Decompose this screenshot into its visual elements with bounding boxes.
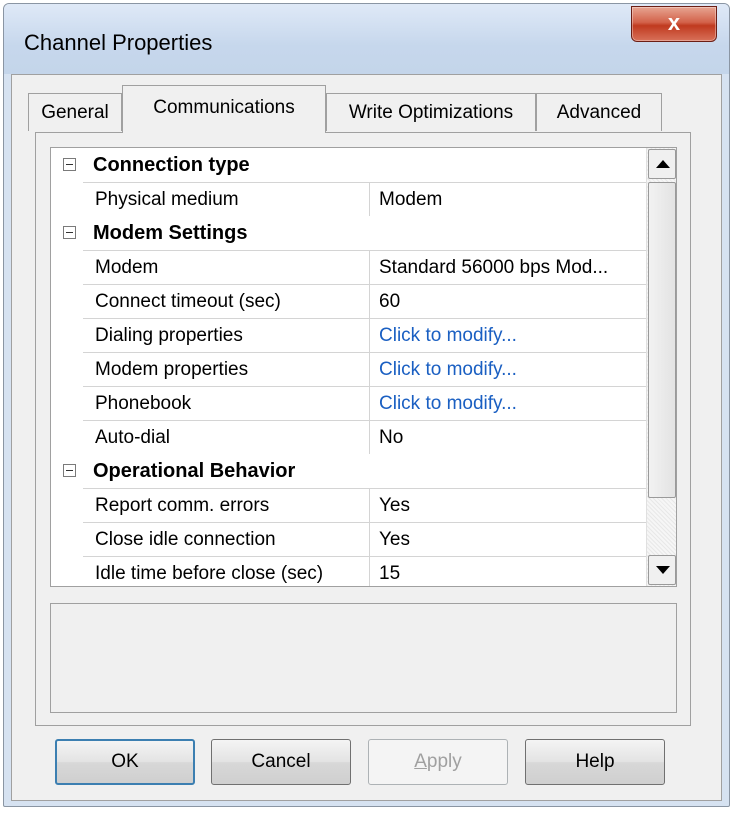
property-name: Physical medium xyxy=(83,182,370,216)
scrollbar-thumb[interactable] xyxy=(648,182,676,498)
property-row[interactable]: Close idle connection Yes xyxy=(51,522,648,556)
property-row[interactable]: Physical medium Modem xyxy=(51,182,648,216)
property-name: Phonebook xyxy=(83,386,370,420)
tab-communications[interactable]: Communications xyxy=(122,85,326,133)
dialog-title: Channel Properties xyxy=(24,30,213,55)
property-row[interactable]: Report comm. errors Yes xyxy=(51,488,648,522)
channel-properties-dialog: Channel Properties x General Communicati… xyxy=(3,3,730,807)
property-name: Idle time before close (sec) xyxy=(83,556,370,586)
ok-button[interactable]: OK xyxy=(55,739,195,785)
collapse-icon[interactable] xyxy=(63,158,76,171)
category-modem-settings[interactable]: Modem Settings xyxy=(51,216,648,250)
property-row[interactable]: Idle time before close (sec) 15 xyxy=(51,556,648,586)
property-name: Modem properties xyxy=(83,352,370,386)
property-value[interactable]: No xyxy=(370,420,648,454)
property-value[interactable]: 60 xyxy=(370,284,648,318)
tab-general[interactable]: General xyxy=(28,93,122,131)
modify-link[interactable]: Click to modify... xyxy=(370,386,648,420)
tab-label: Write Optimizations xyxy=(348,102,514,123)
help-button[interactable]: Help xyxy=(525,739,665,785)
property-description-pane xyxy=(50,603,677,713)
apply-mnemonic: A xyxy=(414,751,427,772)
close-icon: x xyxy=(667,10,681,35)
tab-label: Advanced xyxy=(556,102,642,123)
scroll-up-arrow-icon xyxy=(656,160,670,168)
property-name: Auto-dial xyxy=(83,420,370,454)
help-button-label: Help xyxy=(575,751,615,772)
cancel-button[interactable]: Cancel xyxy=(211,739,351,785)
apply-button[interactable]: Apply xyxy=(368,739,508,785)
dialog-client-area: General Communications Write Optimizatio… xyxy=(11,74,722,801)
property-value[interactable]: Yes xyxy=(370,488,648,522)
property-row[interactable]: Modem properties Click to modify... xyxy=(51,352,648,386)
title-bar[interactable]: Channel Properties x xyxy=(4,4,729,74)
collapse-icon[interactable] xyxy=(63,464,76,477)
property-value[interactable]: 15 xyxy=(370,556,648,586)
scroll-up-button[interactable] xyxy=(648,149,676,179)
scroll-down-arrow-icon xyxy=(656,566,670,574)
category-label: Connection type xyxy=(93,154,250,176)
property-grid[interactable]: Connection type Physical medium Modem Mo… xyxy=(50,147,677,587)
property-name: Dialing properties xyxy=(83,318,370,352)
property-row[interactable]: Connect timeout (sec) 60 xyxy=(51,284,648,318)
modify-link[interactable]: Click to modify... xyxy=(370,352,648,386)
tab-advanced[interactable]: Advanced xyxy=(536,93,662,131)
property-name: Close idle connection xyxy=(83,522,370,556)
collapse-icon[interactable] xyxy=(63,226,76,239)
category-label: Operational Behavior xyxy=(93,460,296,482)
scroll-down-button[interactable] xyxy=(648,555,676,585)
vertical-scrollbar[interactable] xyxy=(646,148,676,586)
property-row[interactable]: Phonebook Click to modify... xyxy=(51,386,648,420)
category-label: Modem Settings xyxy=(93,222,248,244)
modify-link[interactable]: Click to modify... xyxy=(370,318,648,352)
tab-label: Communications xyxy=(153,97,295,118)
category-operational-behavior[interactable]: Operational Behavior xyxy=(51,454,648,488)
close-button[interactable]: x xyxy=(631,6,717,42)
property-value[interactable]: Modem xyxy=(370,182,648,216)
property-value[interactable]: Standard 56000 bps Mod... xyxy=(370,250,648,284)
apply-button-label: pply xyxy=(426,751,462,772)
property-name: Report comm. errors xyxy=(83,488,370,522)
cancel-button-label: Cancel xyxy=(251,751,311,772)
category-connection-type[interactable]: Connection type xyxy=(51,148,648,182)
tab-write-optimizations[interactable]: Write Optimizations xyxy=(326,93,536,131)
property-row[interactable]: Modem Standard 56000 bps Mod... xyxy=(51,250,648,284)
property-row[interactable]: Auto-dial No xyxy=(51,420,648,454)
tab-label: General xyxy=(41,102,109,123)
ok-button-label: OK xyxy=(111,751,139,772)
property-name: Modem xyxy=(83,250,370,284)
property-value[interactable]: Yes xyxy=(370,522,648,556)
property-name: Connect timeout (sec) xyxy=(83,284,370,318)
communications-tab-panel: Connection type Physical medium Modem Mo… xyxy=(35,132,691,726)
property-row[interactable]: Dialing properties Click to modify... xyxy=(51,318,648,352)
